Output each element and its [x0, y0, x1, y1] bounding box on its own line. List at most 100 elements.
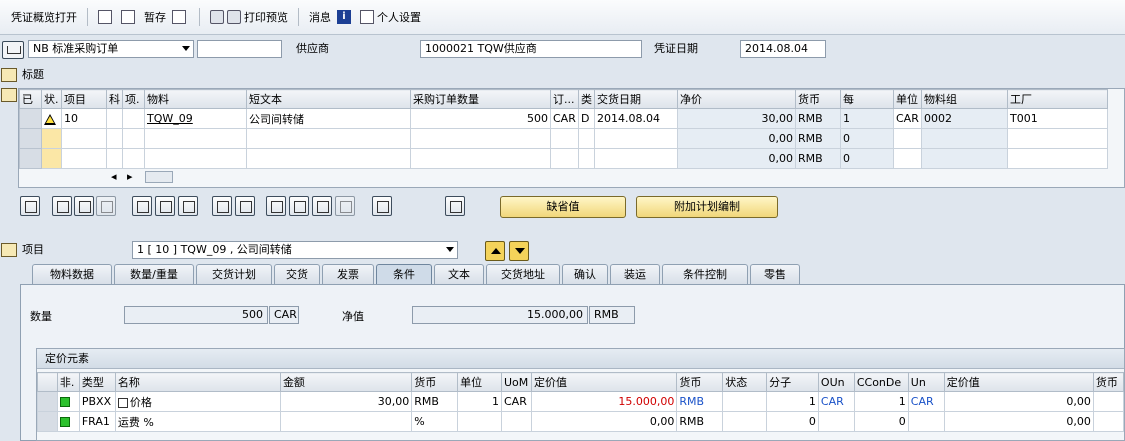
scroll-right-icon[interactable]: ▸ [127, 170, 133, 183]
unit-cell[interactable] [893, 128, 922, 149]
table-row[interactable]: 0,00 RMB 0 [19, 128, 1108, 149]
column-header[interactable]: 状态 [722, 372, 768, 392]
date-category-cell[interactable]: D [578, 108, 595, 129]
amount-cell[interactable] [279, 411, 413, 432]
column-header[interactable]: 类 [578, 89, 595, 109]
numerator-cell[interactable]: 1 [766, 391, 819, 412]
table-row[interactable]: 0,00 RMB 0 [19, 148, 1108, 169]
ccon-cell[interactable]: 1 [853, 391, 909, 412]
status-cell[interactable] [41, 148, 62, 169]
tab-shipping[interactable]: 装运 [610, 264, 660, 284]
row-selector[interactable] [37, 391, 58, 412]
plant-cell[interactable]: T001 [1007, 108, 1108, 129]
amount-cell[interactable]: 30,00 [279, 391, 413, 412]
currency-cell[interactable]: RMB [411, 391, 459, 412]
price-unit-cell[interactable]: 0 [840, 128, 894, 149]
column-header[interactable]: 单位 [457, 372, 502, 392]
short-text-cell[interactable] [246, 148, 411, 169]
filter-settings-button[interactable] [312, 196, 332, 216]
tab-texts[interactable]: 文本 [434, 264, 484, 284]
column-header[interactable]: 工厂 [1007, 89, 1108, 109]
delivery-date-cell[interactable] [594, 148, 678, 169]
column-header[interactable]: 货币 [795, 89, 841, 109]
price-unit-cell[interactable]: 0 [840, 148, 894, 169]
plant-cell[interactable] [1007, 128, 1108, 149]
clipboard-button[interactable] [372, 196, 392, 216]
print-preview-button[interactable]: 打印预览 [207, 6, 291, 28]
scroll-thumb[interactable] [145, 171, 173, 183]
order-unit-cell[interactable] [550, 128, 579, 149]
other-document-button[interactable] [118, 6, 141, 28]
column-header[interactable]: 净价 [677, 89, 796, 109]
column-header[interactable]: 项目 [61, 89, 107, 109]
item-category-cell[interactable] [122, 108, 145, 129]
shopping-cart-icon[interactable] [2, 41, 24, 59]
document-number-field[interactable] [197, 40, 282, 58]
column-header[interactable]: 金额 [279, 372, 413, 392]
net-price-cell[interactable]: 0,00 [677, 128, 796, 149]
item-category-cell[interactable] [122, 148, 145, 169]
currency-cell[interactable]: RMB [795, 128, 841, 149]
currency-cell[interactable]: RMB [795, 108, 841, 129]
unlock-icon[interactable] [178, 196, 198, 216]
account-cell[interactable] [106, 108, 123, 129]
column-header[interactable]: 分子 [766, 372, 819, 392]
row-selector[interactable] [19, 128, 42, 149]
scroll-left-icon[interactable]: ◂ [111, 170, 117, 183]
row-selector[interactable] [19, 108, 42, 129]
short-text-cell[interactable] [246, 128, 411, 149]
column-header[interactable]: 定价值 [943, 372, 1094, 392]
tab-invoice[interactable]: 发票 [322, 264, 374, 284]
column-header[interactable]: 短文本 [246, 89, 411, 109]
column-header[interactable]: Un [907, 372, 945, 392]
tab-material-data[interactable]: 物料数据 [32, 264, 112, 284]
column-header[interactable]: 订... [550, 89, 579, 109]
material-group-cell[interactable]: 0002 [921, 108, 1008, 129]
ccon-cell[interactable]: 0 [853, 411, 909, 432]
tab-retail[interactable]: 零售 [750, 264, 800, 284]
uom-cell[interactable]: CAR [500, 391, 532, 412]
column-header[interactable]: 采购订单数量 [410, 89, 551, 109]
info-button[interactable]: i [334, 6, 357, 28]
column-header[interactable]: 科 [106, 89, 123, 109]
row-selector[interactable] [37, 411, 58, 432]
order-unit-cell[interactable]: CAR [550, 108, 579, 129]
item-cell[interactable] [61, 128, 107, 149]
hold-button[interactable]: 暂存 [141, 6, 169, 28]
material-link[interactable]: TQW_09 [147, 112, 193, 125]
next-item-button[interactable] [509, 241, 529, 261]
item-cell[interactable] [61, 148, 107, 169]
table-row[interactable]: FRA1 运费 % % 0,00 RMB 0 0 0,00 [37, 411, 1125, 432]
date-category-cell[interactable] [578, 148, 595, 169]
net-price-cell[interactable]: 30,00 [677, 108, 796, 129]
tab-delivery[interactable]: 交货 [274, 264, 320, 284]
filter-button[interactable] [289, 196, 309, 216]
filter-remove-button[interactable] [335, 196, 355, 216]
status-cell[interactable] [41, 128, 62, 149]
column-header[interactable]: 货币 [676, 372, 724, 392]
delivery-date-cell[interactable] [594, 128, 678, 149]
default-values-button[interactable]: 缺省值 [500, 196, 626, 218]
quantity-cell[interactable] [410, 128, 551, 149]
condition-type-cell[interactable]: FRA1 [78, 411, 116, 432]
document-type-select[interactable]: NB 标准采购订单 [28, 40, 194, 58]
material-group-cell[interactable] [921, 128, 1008, 149]
date-category-cell[interactable] [578, 128, 595, 149]
column-header[interactable]: 状. [41, 89, 62, 109]
collapse-items-icon[interactable] [1, 88, 17, 102]
material-cell[interactable] [144, 128, 247, 149]
plant-cell[interactable] [1007, 148, 1108, 169]
unit-cell[interactable] [893, 148, 922, 169]
paste-item-button[interactable] [74, 196, 94, 216]
column-header[interactable]: 货币 [411, 372, 459, 392]
column-header[interactable]: OUn [817, 372, 855, 392]
material-group-cell[interactable] [921, 148, 1008, 169]
numerator-cell[interactable]: 0 [766, 411, 819, 432]
column-header[interactable]: 货币 [1092, 372, 1125, 392]
tab-delivery-schedule[interactable]: 交货计划 [196, 264, 272, 284]
tab-condition-control[interactable]: 条件控制 [662, 264, 748, 284]
deselect-all-button[interactable] [235, 196, 255, 216]
vendor-field[interactable]: 1000021 TQW供应商 [420, 40, 642, 58]
column-header[interactable]: UoM [500, 372, 532, 392]
table-row[interactable]: 10 TQW_09 公司间转储 500 CAR D 2014.08.04 30,… [19, 108, 1108, 129]
